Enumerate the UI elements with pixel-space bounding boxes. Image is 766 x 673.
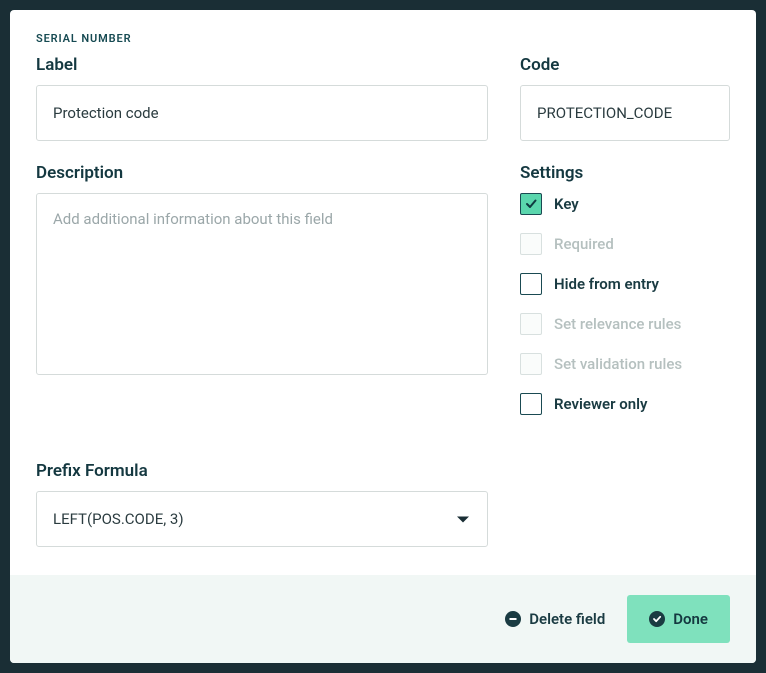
setting-required-label: Required (554, 235, 614, 253)
setting-relevance-checkbox (520, 313, 542, 335)
setting-required-checkbox (520, 233, 542, 255)
setting-reviewer_only-checkbox[interactable] (520, 393, 542, 415)
check-circle-icon (649, 611, 665, 627)
description-input[interactable] (36, 193, 488, 375)
code-field-label: Code (520, 55, 730, 75)
setting-key-checkbox[interactable] (520, 193, 542, 215)
setting-reviewer_only[interactable]: Reviewer only (520, 393, 730, 415)
setting-reviewer_only-label: Reviewer only (554, 395, 647, 413)
code-input[interactable] (520, 85, 730, 141)
done-label: Done (673, 610, 708, 628)
label-input[interactable] (36, 85, 488, 141)
setting-hide_from_entry-checkbox[interactable] (520, 273, 542, 295)
setting-required: Required (520, 233, 730, 255)
settings-heading: Settings (520, 163, 730, 183)
setting-validation-checkbox (520, 353, 542, 375)
minus-icon (505, 611, 521, 627)
delete-field-label: Delete field (529, 610, 605, 628)
delete-field-button[interactable]: Delete field (505, 610, 605, 628)
done-button[interactable]: Done (627, 595, 730, 643)
check-icon (524, 197, 538, 211)
prefix-formula-label: Prefix Formula (36, 461, 488, 481)
setting-relevance: Set relevance rules (520, 313, 730, 335)
footer: Delete field Done (10, 575, 756, 663)
setting-key-label: Key (554, 195, 579, 213)
setting-hide_from_entry-label: Hide from entry (554, 275, 659, 293)
setting-relevance-label: Set relevance rules (554, 315, 681, 333)
settings-list: Key Required Hide from entry Set relevance … (520, 193, 730, 415)
field-editor-panel: SERIAL NUMBER Label Code Description (10, 10, 756, 663)
setting-validation-label: Set validation rules (554, 355, 682, 373)
setting-validation: Set validation rules (520, 353, 730, 375)
setting-key[interactable]: Key (520, 193, 730, 215)
prefix-formula-select[interactable]: LEFT(POS.CODE, 3) (36, 491, 488, 547)
label-field-label: Label (36, 55, 488, 75)
description-field-label: Description (36, 163, 488, 183)
field-type-label: SERIAL NUMBER (36, 32, 730, 45)
setting-hide_from_entry[interactable]: Hide from entry (520, 273, 730, 295)
